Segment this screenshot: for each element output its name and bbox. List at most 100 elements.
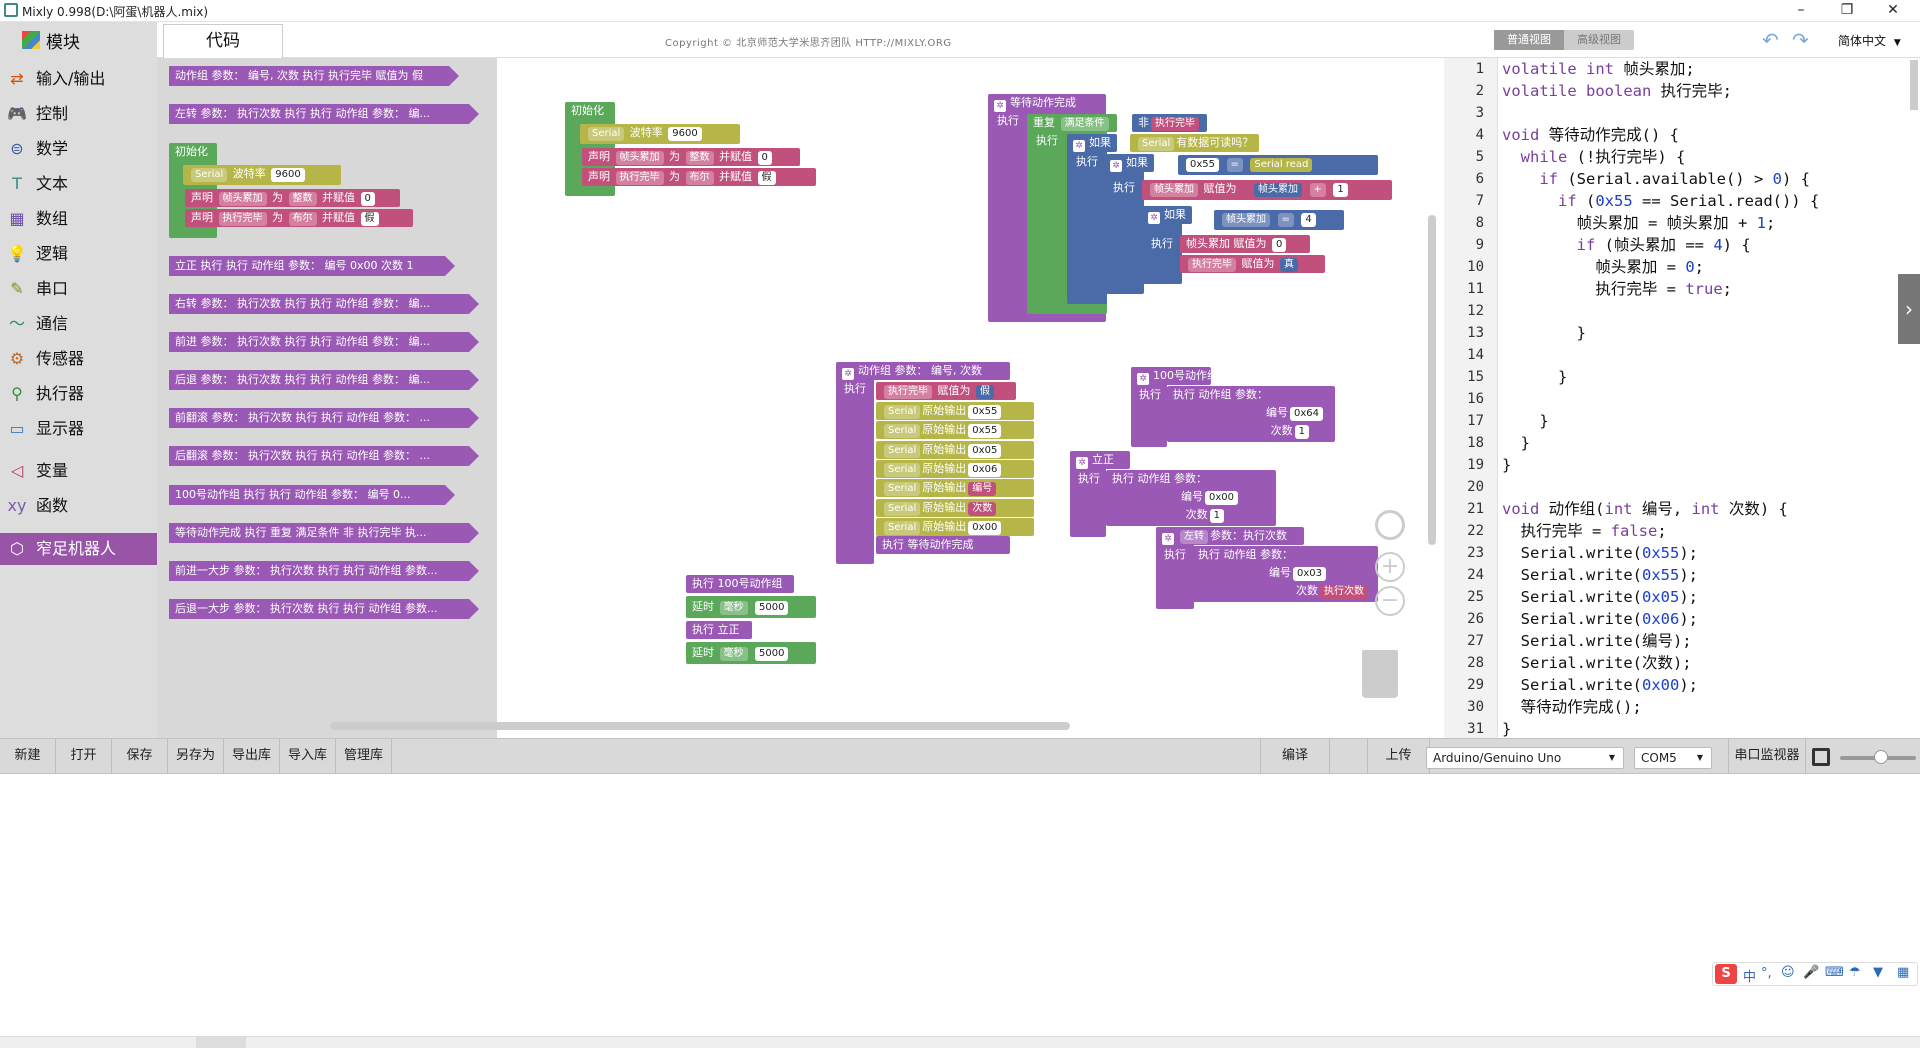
id-field[interactable]: 0x03	[1292, 567, 1326, 581]
write-value[interactable]: 0x00	[968, 520, 1002, 535]
counter-var-2[interactable]: 帧头累加	[1254, 183, 1302, 197]
call-wait-block[interactable]: 执行 等待动作完成	[876, 536, 1010, 554]
unit-dropdown[interactable]: 毫秒	[719, 601, 748, 615]
zoom-slider-thumb[interactable]	[1874, 750, 1888, 764]
category-cube[interactable]: ⬡ 窄足机器人	[0, 533, 157, 565]
flyout-block[interactable]: 后翻滚 参数： 执行次数 执行 执行 动作组 参数： ...	[169, 446, 479, 466]
assign-counter-block[interactable]: 帧头累加 赋值为 帧头累加 + 1	[1142, 180, 1392, 200]
code-line[interactable]: Serial.write(0x00);	[1502, 674, 1698, 696]
code-line[interactable]: }	[1502, 322, 1586, 344]
repeat-condition-dropdown[interactable]: 满足条件	[1060, 117, 1109, 131]
port-select[interactable]: COM5 ▼	[1634, 747, 1712, 769]
type-dropdown[interactable]: 整数	[685, 151, 714, 165]
compare-block-1[interactable]: 0x55 = Serial read	[1178, 155, 1378, 175]
flyout-block[interactable]: 动作组 参数： 编号, 次数 执行 执行完毕 赋值为 假	[169, 66, 459, 86]
code-line[interactable]: Serial.write(编号);	[1502, 630, 1692, 652]
category-io[interactable]: ⇄ 输入/输出	[0, 63, 157, 95]
category-math[interactable]: ⊜ 数学	[0, 133, 157, 165]
undo-icon[interactable]: ↶	[1762, 28, 1779, 52]
serial-dropdown[interactable]: Serial	[1138, 137, 1175, 151]
var-name[interactable]: 执行完毕	[615, 171, 664, 185]
one-field[interactable]: 1	[1333, 183, 1348, 197]
flyout-block[interactable]: 等待动作完成 执行 重复 满足条件 非 执行完毕 执...	[169, 523, 479, 543]
flyout-block[interactable]: 前进一大步 参数： 执行次数 执行 执行 动作组 参数...	[169, 561, 479, 581]
category-text[interactable]: T 文本	[0, 168, 157, 200]
compare-block-2[interactable]: 帧头累加 = 4	[1214, 210, 1344, 230]
code-line[interactable]: Serial.write(0x05);	[1502, 586, 1698, 608]
code-line[interactable]: 帧头累加 = 帧头累加 + 1;	[1502, 212, 1776, 234]
zoom-out-icon[interactable]: −	[1375, 586, 1405, 616]
language-select[interactable]: 简体中文 ▼	[1838, 30, 1916, 52]
serial-dropdown[interactable]: Serial	[884, 462, 921, 477]
flyout-declare-2[interactable]: 声明 执行完毕 为 布尔 并赋值 假	[185, 209, 413, 227]
code-line[interactable]: if (Serial.available() > 0) {	[1502, 168, 1810, 190]
category-monitor[interactable]: ▭ 显示器	[0, 413, 157, 445]
write-value[interactable]: 次数	[968, 501, 997, 516]
code-line[interactable]: while (!执行完毕) {	[1502, 146, 1686, 168]
ime-mic-icon[interactable]: 🎤	[1803, 965, 1819, 980]
flyout-block[interactable]: 左转 参数： 执行次数 执行 执行 动作组 参数： 编...	[169, 104, 479, 124]
zoom-slider[interactable]	[1840, 750, 1916, 764]
delay-block-2[interactable]: 延时 毫秒 5000	[686, 642, 816, 664]
flyout-block[interactable]: 立正 执行 执行 动作组 参数： 编号 0x00 次数 1	[169, 256, 455, 276]
reset-counter-block[interactable]: 帧头累加 赋值为 0	[1180, 235, 1310, 253]
flyout-block[interactable]: 后退 参数： 执行次数 执行 执行 动作组 参数： 编...	[169, 370, 479, 390]
code-line[interactable]: }	[1502, 432, 1530, 454]
serial-available-block[interactable]: Serial 有数据可读吗？	[1130, 134, 1260, 152]
count-field[interactable]: 1	[1209, 509, 1224, 523]
import-lib-button[interactable]: 导入库	[280, 739, 336, 773]
code-line[interactable]: 执行完毕 = false;	[1502, 520, 1667, 542]
serial-write-block[interactable]: Serial 原始输出 编号	[876, 479, 1034, 498]
flyout-block[interactable]: 100号动作组 执行 执行 动作组 参数： 编号 0...	[169, 485, 455, 505]
serial-dropdown[interactable]: Serial	[588, 127, 625, 141]
editor-vscroll[interactable]	[1910, 60, 1918, 110]
type-dropdown[interactable]: 布尔	[685, 171, 714, 185]
export-lib-button[interactable]: 导出库	[224, 739, 280, 773]
var-name[interactable]: 帧头累加	[615, 151, 664, 165]
done-var[interactable]: 执行完毕	[1188, 258, 1236, 272]
new-button[interactable]: 新建	[0, 739, 56, 773]
type-dropdown[interactable]: 整数	[288, 192, 317, 206]
counter-var[interactable]: 帧头累加	[1150, 183, 1198, 197]
code-line[interactable]: Serial.write(次数);	[1502, 652, 1692, 674]
declare-block-2[interactable]: 声明 执行完毕 为 布尔 并赋值 假	[582, 168, 816, 186]
serial-dropdown[interactable]: Serial	[884, 424, 921, 439]
zero-field[interactable]: 0	[1272, 238, 1287, 252]
serial-dropdown[interactable]: Serial	[884, 482, 921, 497]
declare-block-1[interactable]: 声明 帧头累加 为 整数 并赋值 0	[582, 148, 800, 166]
id-field[interactable]: 0x64	[1289, 407, 1323, 421]
plus-operator[interactable]: +	[1309, 183, 1326, 197]
serial-write-block[interactable]: Serial 原始输出 0x55	[876, 402, 1034, 420]
tab-blocks[interactable]: 模块	[0, 22, 157, 58]
code-line[interactable]: if (帧头累加 == 4) {	[1502, 234, 1751, 256]
manage-lib-button[interactable]: 管理库	[336, 739, 392, 773]
hex-field[interactable]: 0x55	[1186, 158, 1220, 172]
chip-icon[interactable]	[1812, 748, 1830, 766]
ime-emoji-icon[interactable]: ☺	[1781, 965, 1795, 980]
serial-dropdown[interactable]: Serial	[884, 501, 921, 516]
redo-icon[interactable]: ↷	[1792, 28, 1809, 52]
exec-100-block[interactable]: 执行 100号动作组	[686, 575, 794, 593]
serial-write-block[interactable]: Serial 原始输出 0x55	[876, 421, 1034, 440]
code-line[interactable]: void 动作组(int 编号, int 次数) {	[1502, 498, 1788, 520]
set-done-false-block[interactable]: 执行完毕 赋值为 假	[876, 382, 1016, 400]
code-line[interactable]: 等待动作完成();	[1502, 696, 1642, 718]
not-block[interactable]: 非执行完毕	[1132, 114, 1207, 132]
category-variable[interactable]: ◁ 变量	[0, 455, 157, 487]
serial-baud-block[interactable]: Serial 波特率 9600	[580, 124, 740, 144]
category-wave[interactable]: 〜通信	[0, 308, 157, 340]
var-name[interactable]: 帧头累加	[218, 192, 267, 206]
maximize-button[interactable]: ❐	[1824, 0, 1870, 22]
write-value[interactable]: 0x05	[968, 443, 1002, 458]
count-field[interactable]: 1	[1294, 425, 1309, 439]
delay-block-1[interactable]: 延时 毫秒 5000	[686, 596, 816, 618]
code-line[interactable]: }	[1502, 454, 1511, 476]
operator-dropdown[interactable]: =	[1277, 213, 1294, 227]
id-field[interactable]: 0x00	[1204, 491, 1238, 505]
output-console[interactable]	[0, 774, 1920, 1036]
value-field[interactable]: 0	[757, 151, 772, 165]
category-actuator[interactable]: ⚲ 执行器	[0, 378, 157, 410]
ime-grid-icon[interactable]: ▦	[1897, 965, 1909, 980]
serial-dropdown[interactable]: Serial	[884, 520, 921, 535]
delay-field[interactable]: 5000	[755, 601, 789, 615]
